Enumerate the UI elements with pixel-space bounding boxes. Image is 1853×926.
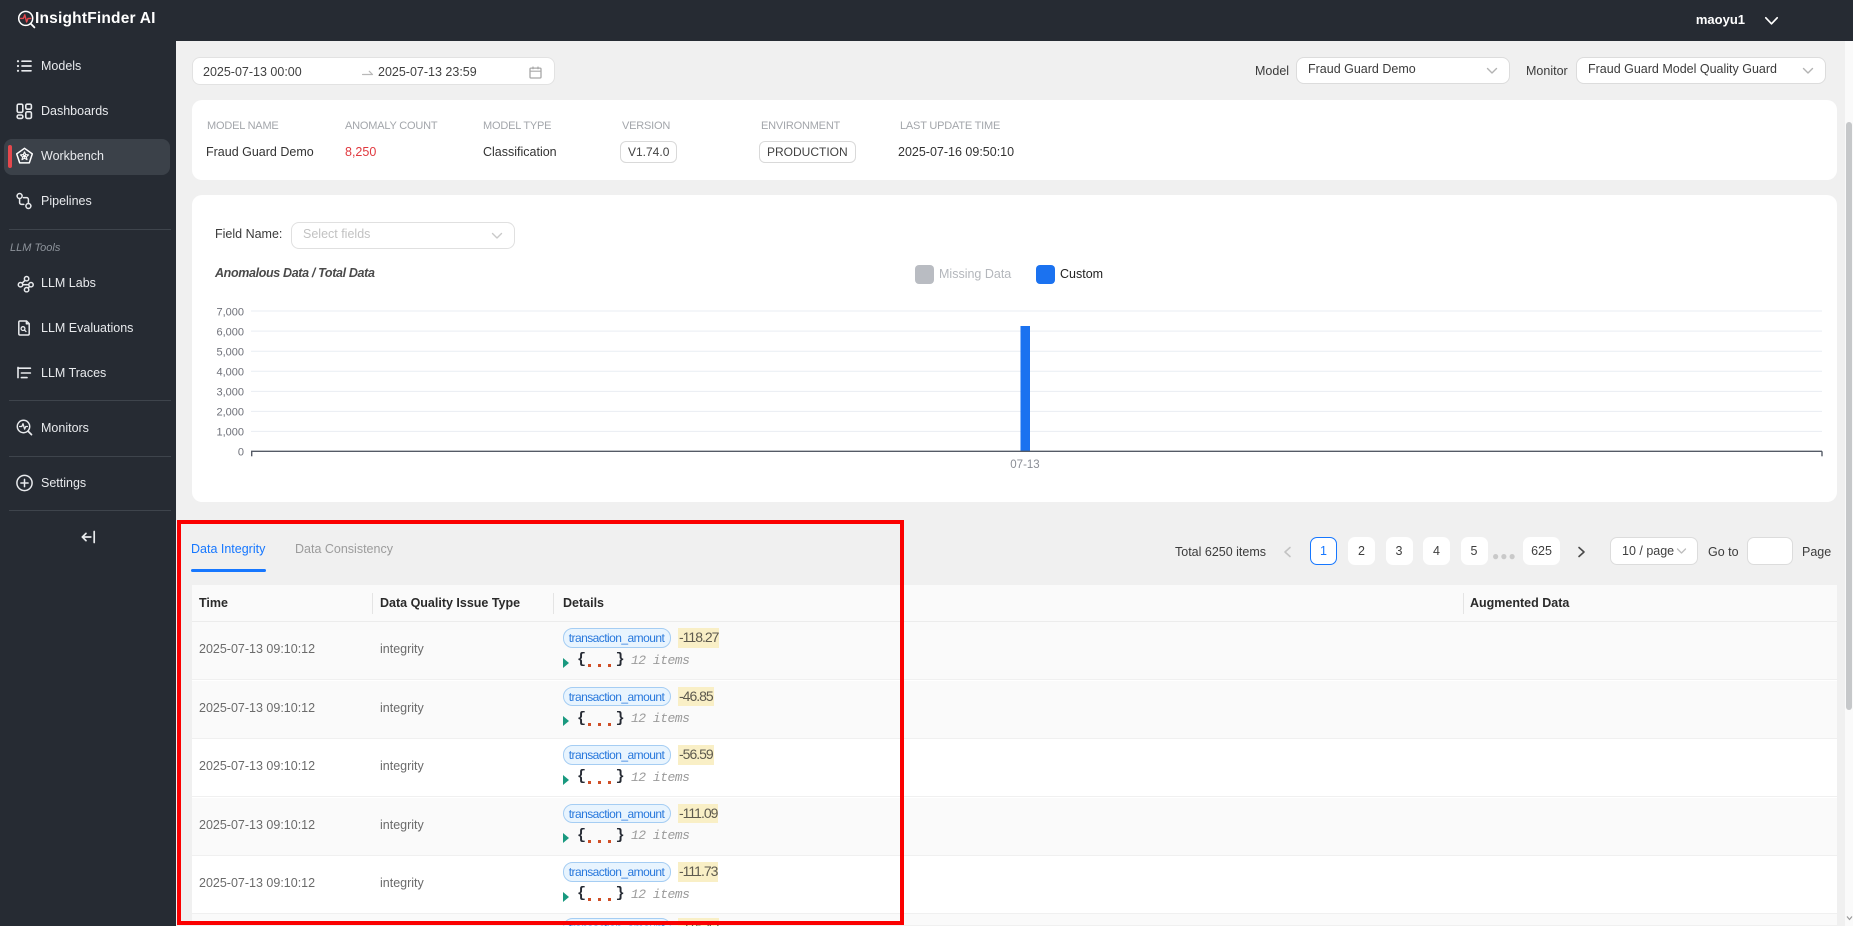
svg-text:0: 0 xyxy=(238,447,244,459)
svg-text:3,000: 3,000 xyxy=(216,387,244,399)
svg-text:5,000: 5,000 xyxy=(216,347,244,359)
svg-text:07-13: 07-13 xyxy=(1010,459,1039,471)
svg-text:7,000: 7,000 xyxy=(216,306,244,318)
svg-text:4,000: 4,000 xyxy=(216,367,244,379)
svg-text:1,000: 1,000 xyxy=(216,427,244,439)
svg-text:6,000: 6,000 xyxy=(216,326,244,338)
svg-text:2,000: 2,000 xyxy=(216,407,244,419)
